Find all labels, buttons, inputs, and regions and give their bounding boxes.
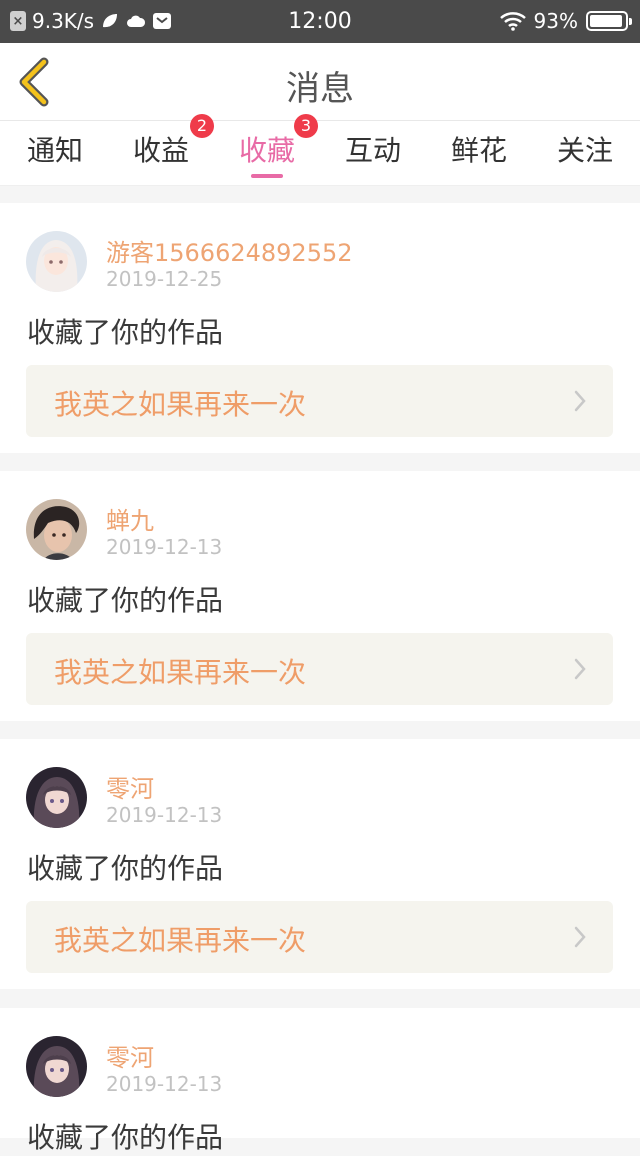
status-bar: × 9.3K/s 12:00 93% [0, 0, 640, 43]
earnings-badge: 2 [190, 114, 214, 138]
work-title: 我英之如果再来一次 [54, 656, 307, 689]
message-card: 零河 2019-12-13 收藏了你的作品 我英之如果再来一次 [0, 739, 640, 989]
battery-fill [590, 15, 622, 27]
avatar-anime-girl-icon [26, 1036, 87, 1097]
status-right: 93% [499, 9, 632, 33]
chevron-right-icon [574, 390, 586, 412]
chevron-right-icon [574, 926, 586, 948]
message-action: 收藏了你的作品 [27, 316, 224, 349]
avatar-dark-hair-icon [26, 499, 87, 560]
tab-bar: 通知 收益 收藏 互动 鲜花 关注 [0, 121, 640, 186]
user-name[interactable]: 蝉九 [106, 501, 154, 536]
chevron-right-icon [574, 658, 586, 680]
battery-icon [586, 11, 632, 31]
work-link[interactable]: 我英之如果再来一次 [26, 901, 613, 973]
user-name[interactable]: 零河 [106, 769, 154, 804]
avatar[interactable] [26, 231, 87, 292]
message-card: 零河 2019-12-13 收藏了你的作品 [0, 1008, 640, 1154]
header: 消息 [0, 43, 640, 121]
user-name[interactable]: 游客1566624892552 [106, 233, 353, 268]
message-card: 游客1566624892552 2019-12-25 收藏了你的作品 我英之如果… [0, 203, 640, 453]
tab-follows[interactable]: 关注 [532, 129, 638, 179]
message-action: 收藏了你的作品 [27, 584, 224, 617]
wifi-icon [499, 12, 526, 31]
battery-percent: 93% [533, 9, 578, 33]
message-action: 收藏了你的作品 [27, 852, 224, 885]
message-date: 2019-12-13 [106, 535, 223, 559]
tab-interactions[interactable]: 互动 [320, 129, 426, 179]
avatar-anime-girl-icon [26, 767, 87, 828]
avatar[interactable] [26, 499, 87, 560]
message-date: 2019-12-13 [106, 803, 223, 827]
message-date: 2019-12-13 [106, 1072, 223, 1096]
active-tab-indicator [251, 174, 283, 178]
work-link[interactable]: 我英之如果再来一次 [26, 633, 613, 705]
message-date: 2019-12-25 [106, 267, 223, 291]
user-name[interactable]: 零河 [106, 1038, 154, 1073]
tab-flowers[interactable]: 鲜花 [426, 129, 532, 179]
work-title: 我英之如果再来一次 [54, 924, 307, 957]
work-title: 我英之如果再来一次 [54, 388, 307, 421]
avatar[interactable] [26, 767, 87, 828]
work-link[interactable]: 我英之如果再来一次 [26, 365, 613, 437]
avatar-white-hair-icon [26, 231, 87, 292]
message-action: 收藏了你的作品 [27, 1121, 224, 1154]
tab-notifications[interactable]: 通知 [2, 129, 108, 179]
favorites-badge: 3 [294, 114, 318, 138]
avatar[interactable] [26, 1036, 87, 1097]
page-title: 消息 [286, 69, 354, 109]
message-card: 蝉九 2019-12-13 收藏了你的作品 我英之如果再来一次 [0, 471, 640, 721]
